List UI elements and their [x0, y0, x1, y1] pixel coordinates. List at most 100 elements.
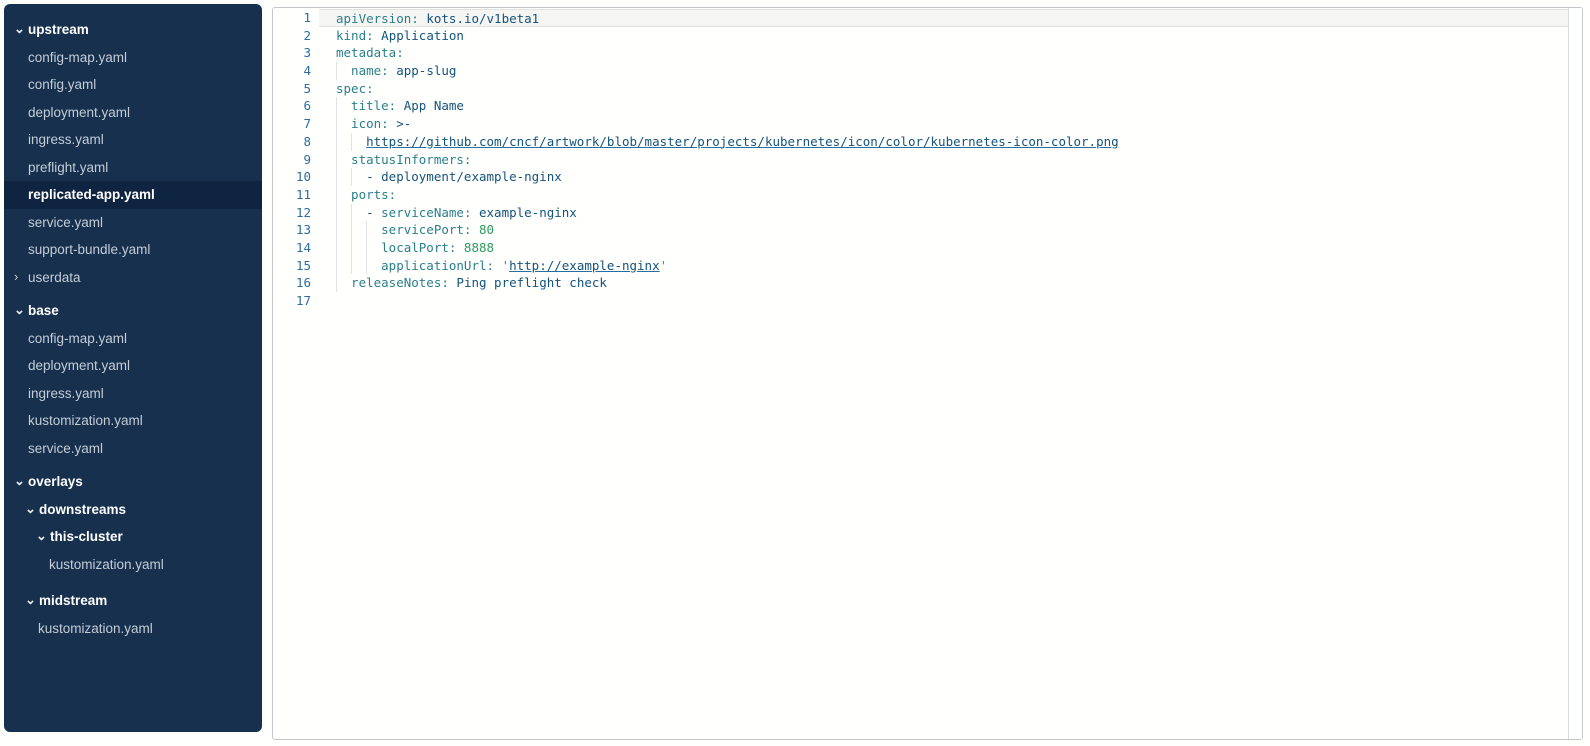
code-token: kind: [336, 28, 374, 43]
code-line[interactable]: 12- serviceName: example-nginx [273, 204, 1568, 222]
tree-item-label: kustomization.yaml [28, 413, 143, 428]
indent-guide [336, 257, 381, 275]
code-token: servicePort: [381, 222, 471, 237]
code-token: icon: [351, 116, 389, 131]
code-line[interactable]: 14localPort: 8888 [273, 239, 1568, 257]
chevron-right-icon: › [14, 270, 28, 283]
tree-item-label: midstream [39, 593, 107, 608]
indent-guide [336, 186, 351, 204]
indent-guide [336, 204, 366, 222]
tree-folder-midstream[interactable]: ⌄midstream [4, 587, 262, 615]
line-number: 17 [273, 292, 319, 310]
code-token: title: [351, 98, 396, 113]
code-line[interactable]: 3metadata: [273, 44, 1568, 62]
tree-file-preflight-yaml[interactable]: preflight.yaml [4, 154, 262, 182]
tree-item-label: deployment.yaml [28, 358, 130, 373]
code-line-content: https://github.com/cncf/artwork/blob/mas… [319, 133, 1568, 151]
code-line[interactable]: 6title: App Name [273, 97, 1568, 115]
code-line-content: kind: Application [319, 27, 1568, 45]
code-token: ports: [351, 187, 396, 202]
code-token: 8888 [456, 240, 494, 255]
tree-item-label: replicated-app.yaml [28, 187, 155, 202]
tree-file-config-map-yaml[interactable]: config-map.yaml [4, 44, 262, 72]
chevron-down-icon: ⌄ [25, 502, 39, 515]
tree-file-service-yaml[interactable]: service.yaml [4, 209, 262, 237]
code-line-content: name: app-slug [319, 62, 1568, 80]
tree-item-label: config-map.yaml [28, 50, 127, 65]
code-line[interactable]: 8 https://github.com/cncf/artwork/blob/ma… [273, 133, 1568, 151]
editor-surface[interactable]: 1apiVersion: kots.io/v1beta12kind: Appli… [273, 9, 1568, 738]
code-token: localPort: [381, 240, 456, 255]
code-line[interactable]: 16releaseNotes: Ping preflight check [273, 274, 1568, 292]
tree-folder-this-cluster[interactable]: ⌄this-cluster [4, 523, 262, 551]
line-number: 10 [273, 168, 319, 186]
code-line[interactable]: 11 ports: [273, 186, 1568, 204]
tree-item-label: userdata [28, 270, 81, 285]
line-number: 8 [273, 133, 319, 151]
code-token: >- [389, 116, 412, 131]
tree-item-label: base [28, 303, 59, 318]
line-number: 11 [273, 186, 319, 204]
tree-item-label: deployment.yaml [28, 105, 130, 120]
code-token: spec: [336, 81, 374, 96]
code-token: metadata: [336, 45, 404, 60]
code-line-content: applicationUrl: 'http://example-nginx' [319, 257, 1568, 275]
code-line[interactable]: 1apiVersion: kots.io/v1beta1 [273, 9, 1568, 27]
tree-file-kustomization-yaml[interactable]: kustomization.yaml [4, 407, 262, 435]
indent-guide [336, 239, 381, 257]
indent-guide [336, 168, 366, 186]
tree-folder-upstream[interactable]: ⌄upstream [4, 16, 262, 44]
code-link[interactable]: https://github.com/cncf/artwork/blob/mas… [366, 134, 1119, 149]
chevron-down-icon: ⌄ [25, 593, 39, 606]
tree-folder-base[interactable]: ⌄base [4, 297, 262, 325]
code-line-content: metadata: [319, 44, 1568, 62]
tree-folder-userdata[interactable]: ›userdata [4, 264, 262, 292]
tree-file-config-map-yaml[interactable]: config-map.yaml [4, 325, 262, 353]
tree-file-support-bundle-yaml[interactable]: support-bundle.yaml [4, 236, 262, 264]
code-token: name: [351, 63, 389, 78]
code-line[interactable]: 2kind: Application [273, 27, 1568, 45]
tree-folder-downstreams[interactable]: ⌄downstreams [4, 496, 262, 524]
code-line[interactable]: 9statusInformers: [273, 151, 1568, 169]
code-link[interactable]: http://example-nginx [509, 258, 660, 273]
tree-file-replicated-app-yaml[interactable]: replicated-app.yaml [4, 181, 262, 209]
code-line-content: spec: [319, 80, 1568, 98]
code-line[interactable]: 15applicationUrl: 'http://example-nginx' [273, 257, 1568, 275]
editor-panel: 1apiVersion: kots.io/v1beta12kind: Appli… [272, 7, 1583, 740]
code-line[interactable]: 17 [273, 292, 1568, 310]
code-line[interactable]: 5spec: [273, 80, 1568, 98]
tree-folder-overlays[interactable]: ⌄overlays [4, 468, 262, 496]
indent-guide [336, 133, 366, 151]
tree-item-label: support-bundle.yaml [28, 242, 150, 257]
code-token: app-slug [389, 63, 457, 78]
code-line-content: - serviceName: example-nginx [319, 204, 1568, 222]
editor-scrollbar[interactable] [1568, 8, 1582, 739]
tree-file-service-yaml[interactable]: service.yaml [4, 435, 262, 463]
tree-item-label: overlays [28, 474, 83, 489]
code-token: Ping preflight check [449, 275, 607, 290]
tree-file-kustomization-yaml[interactable]: kustomization.yaml [4, 615, 262, 643]
tree-item-label: config.yaml [28, 77, 96, 92]
code-line-content: title: App Name [319, 97, 1568, 115]
indent-guide [336, 115, 351, 133]
tree-file-kustomization-yaml[interactable]: kustomization.yaml [4, 551, 262, 579]
tree-file-ingress-yaml[interactable]: ingress.yaml [4, 126, 262, 154]
tree-file-deployment-yaml[interactable]: deployment.yaml [4, 99, 262, 127]
line-number: 2 [273, 27, 319, 45]
tree-file-config-yaml[interactable]: config.yaml [4, 71, 262, 99]
code-token: ' [660, 258, 668, 273]
chevron-down-icon: ⌄ [14, 22, 28, 35]
code-line-content: servicePort: 80 [319, 221, 1568, 239]
indent-guide [336, 274, 351, 292]
code-token: Application [374, 28, 464, 43]
code-line[interactable]: 10- deployment/example-nginx [273, 168, 1568, 186]
line-number: 12 [273, 204, 319, 222]
code-line[interactable]: 7icon: >- [273, 115, 1568, 133]
code-line[interactable]: 4name: app-slug [273, 62, 1568, 80]
code-line[interactable]: 13servicePort: 80 [273, 221, 1568, 239]
code-line-content [319, 292, 1568, 310]
tree-file-ingress-yaml[interactable]: ingress.yaml [4, 380, 262, 408]
tree-file-deployment-yaml[interactable]: deployment.yaml [4, 352, 262, 380]
tree-item-label: this-cluster [50, 529, 123, 544]
code-token: example-nginx [471, 205, 576, 220]
